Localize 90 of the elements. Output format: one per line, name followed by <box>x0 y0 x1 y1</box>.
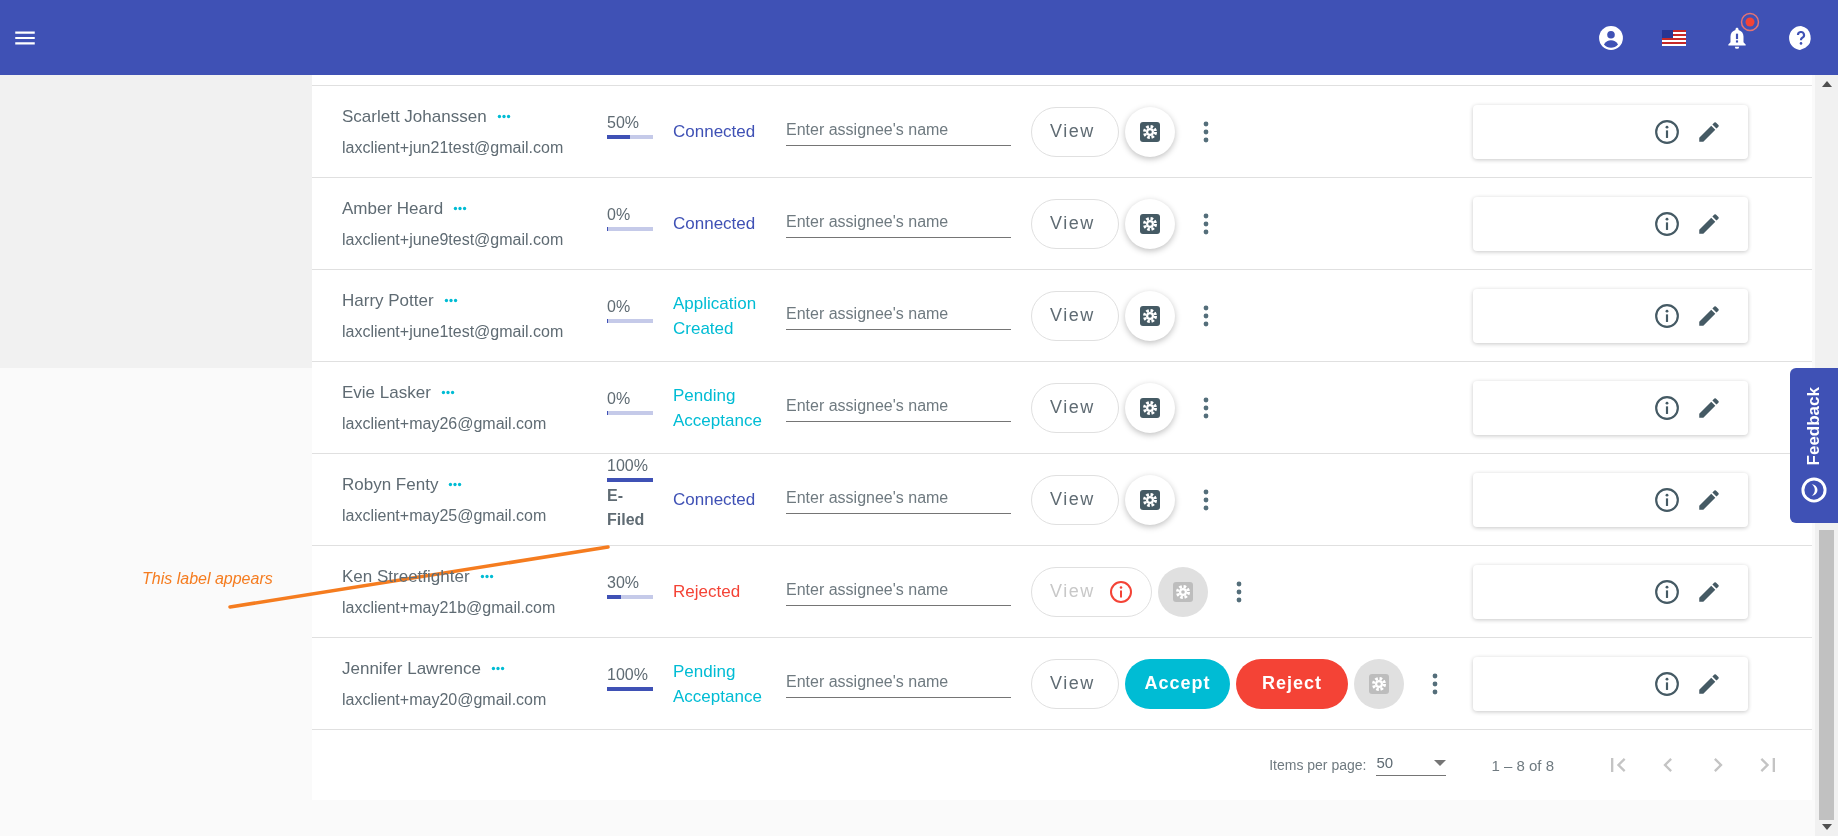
scroll-down-icon[interactable] <box>1821 824 1832 830</box>
client-name: Amber Heard <box>342 198 444 219</box>
gear-icon <box>1138 119 1162 144</box>
scrollbar-thumb[interactable] <box>1819 530 1834 820</box>
reject-button[interactable]: Reject <box>1236 658 1348 709</box>
view-button[interactable]: View <box>1031 198 1119 249</box>
client-name: Jennifer Lawrence <box>342 658 481 679</box>
info-icon[interactable] <box>1654 394 1680 421</box>
progress-bar <box>607 411 653 415</box>
view-button[interactable]: View <box>1031 382 1119 433</box>
status-text: Rejected <box>673 581 742 603</box>
client-email: laxclient+may26@gmail.com <box>342 414 548 433</box>
items-per-page-label: Items per page: <box>1269 757 1367 773</box>
more-dots-icon[interactable] <box>479 574 494 579</box>
more-dots-icon[interactable] <box>443 298 458 303</box>
annotation-text: This label appears <box>142 570 273 588</box>
progress-percent: 50% <box>607 114 641 132</box>
status-text: Pending Acceptance <box>673 660 763 708</box>
scroll-up-icon[interactable] <box>1821 81 1832 87</box>
info-icon[interactable] <box>1654 670 1680 697</box>
gear-icon <box>1367 671 1391 696</box>
info-icon[interactable] <box>1654 210 1680 237</box>
help-icon[interactable] <box>1788 24 1814 51</box>
progress-percent: 0% <box>607 298 632 316</box>
more-options-icon[interactable] <box>1432 672 1438 695</box>
progress-percent: 0% <box>607 390 632 408</box>
progress-percent: 100% <box>607 457 649 475</box>
client-email: laxclient+may20@gmail.com <box>342 690 548 709</box>
more-options-icon[interactable] <box>1203 488 1209 511</box>
progress-bar <box>607 478 653 482</box>
progress-percent: 0% <box>607 206 632 224</box>
e-filed-label: E-Filed <box>607 486 646 530</box>
client-email: laxclient+jun21test@gmail.com <box>342 138 565 157</box>
more-options-icon[interactable] <box>1235 580 1242 603</box>
more-options-icon[interactable] <box>1203 396 1209 419</box>
settings-button[interactable] <box>1125 474 1175 525</box>
more-options-icon[interactable] <box>1203 304 1209 327</box>
status-text: Connected <box>673 213 757 235</box>
progress-bar <box>607 135 653 139</box>
progress-bar <box>607 227 653 231</box>
settings-button[interactable] <box>1125 290 1175 341</box>
view-button[interactable]: View <box>1031 474 1119 525</box>
view-button[interactable]: View <box>1031 658 1119 709</box>
client-name: Robyn Fenty <box>342 474 439 495</box>
page-size-select[interactable]: 50 <box>1376 754 1447 776</box>
feedback-label: Feedback <box>1804 387 1824 466</box>
gear-icon <box>1138 303 1162 328</box>
progress-bar <box>607 595 653 599</box>
more-options-icon[interactable] <box>1203 212 1209 235</box>
gear-icon <box>1138 395 1162 420</box>
gear-icon <box>1138 487 1162 512</box>
view-button[interactable]: View <box>1031 106 1119 157</box>
client-name: Harry Potter <box>342 290 434 311</box>
more-dots-icon[interactable] <box>490 666 505 671</box>
gear-icon <box>1170 579 1195 604</box>
swirl-logo-icon <box>1800 475 1828 504</box>
client-name: Scarlett Johanssen <box>342 106 487 127</box>
status-text: Pending Acceptance <box>673 384 763 432</box>
feedback-tab[interactable]: Feedback <box>1790 368 1838 523</box>
client-email: laxclient+june1test@gmail.com <box>342 322 565 341</box>
settings-button[interactable] <box>1125 106 1175 157</box>
settings-button[interactable] <box>1125 382 1175 433</box>
page-range: 1 – 8 of 8 <box>1491 756 1554 774</box>
more-options-icon[interactable] <box>1203 120 1209 143</box>
status-text: Connected <box>673 489 757 511</box>
account-icon[interactable] <box>1598 24 1624 51</box>
more-dots-icon[interactable] <box>448 482 463 487</box>
info-icon[interactable] <box>1654 578 1680 605</box>
notification-dot-icon <box>1740 11 1760 32</box>
info-icon[interactable] <box>1654 486 1680 513</box>
more-dots-icon[interactable] <box>453 206 468 211</box>
progress-bar <box>607 687 653 691</box>
client-email: laxclient+may21b@gmail.com <box>342 598 557 617</box>
gear-icon <box>1138 211 1162 236</box>
progress-percent: 100% <box>607 666 649 684</box>
status-text: Connected <box>673 121 757 143</box>
client-email: laxclient+june9test@gmail.com <box>342 230 565 249</box>
more-dots-icon[interactable] <box>440 390 455 395</box>
caret-icon <box>1434 759 1447 766</box>
status-text: Application Created <box>673 292 758 340</box>
more-dots-icon[interactable] <box>496 114 511 119</box>
info-icon[interactable] <box>1654 118 1680 145</box>
client-name: Evie Lasker <box>342 382 431 403</box>
progress-percent: 30% <box>607 574 641 592</box>
flag-icon[interactable] <box>1662 29 1686 46</box>
progress-bar <box>607 319 653 323</box>
client-email: laxclient+may25@gmail.com <box>342 506 548 525</box>
settings-button[interactable] <box>1125 198 1175 249</box>
info-icon[interactable] <box>1654 302 1680 329</box>
view-button[interactable]: View <box>1031 290 1119 341</box>
